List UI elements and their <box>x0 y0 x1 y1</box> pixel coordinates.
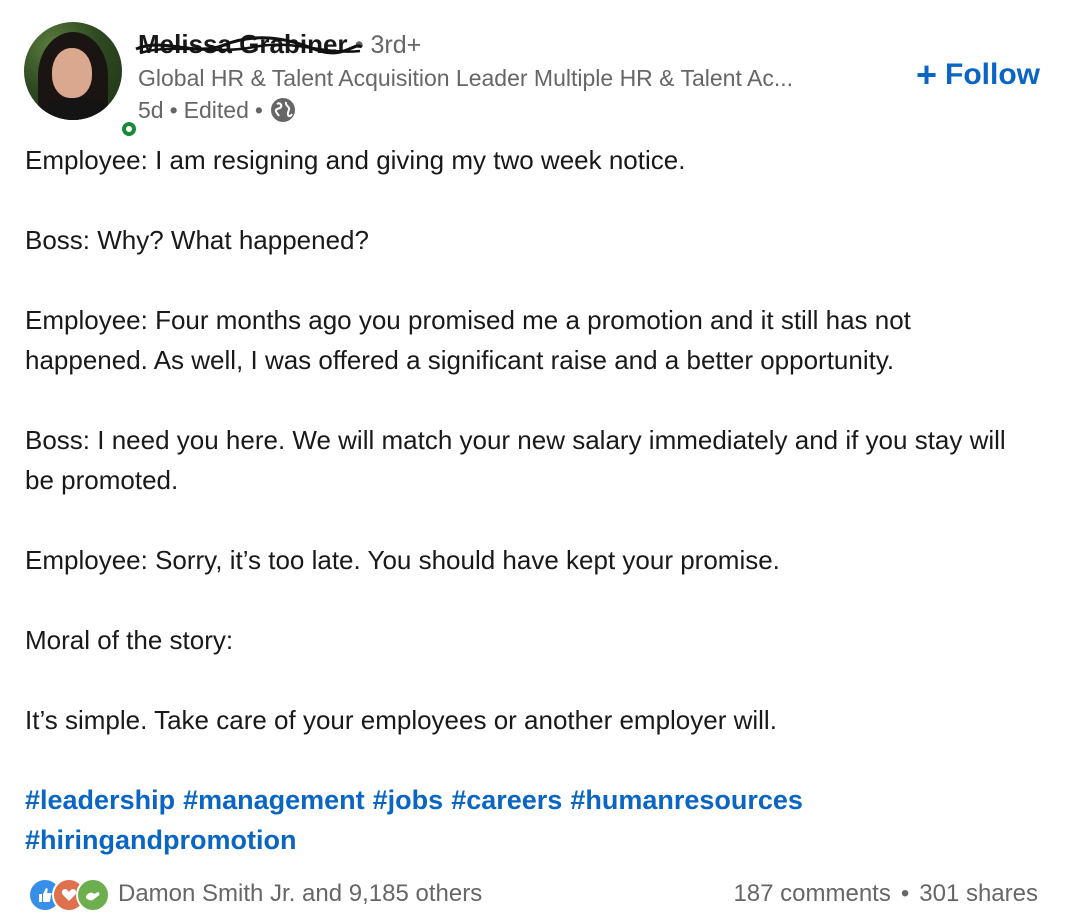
reaction-icons[interactable] <box>28 878 112 912</box>
support-icon <box>76 878 110 912</box>
author-avatar[interactable] <box>24 22 140 140</box>
author-name-line: Melissa Grabiner • 3rd+ <box>135 28 422 61</box>
follow-label: Follow <box>945 58 1040 91</box>
post-meta: 5d • Edited • <box>138 95 297 125</box>
hashtag-link[interactable]: #leadership <box>25 785 175 815</box>
meta-separator: • <box>169 97 178 123</box>
post-paragraph: Employee: Sorry, it’s too late. You shou… <box>25 545 780 575</box>
reactions-summary[interactable]: Damon Smith Jr. and 9,185 others <box>118 880 482 908</box>
author-name[interactable]: Melissa Grabiner <box>135 29 363 59</box>
edited-label: Edited <box>183 97 249 123</box>
post-body: Employee: I am resigning and giving my t… <box>25 140 1035 780</box>
stats-separator: • <box>900 880 910 907</box>
hashtag-list: #leadership #management #jobs #careers #huma… <box>25 780 1035 860</box>
author-headline: Global HR & Talent Acquisition Leader Mu… <box>138 65 793 91</box>
social-counts: Damon Smith Jr. and 9,185 others 187 com… <box>28 878 1038 914</box>
avatar-photo <box>24 22 122 120</box>
post-paragraph: Employee: I am resigning and giving my t… <box>25 145 686 175</box>
meta-separator: • <box>254 97 263 123</box>
hashtag-link[interactable]: #careers <box>451 785 562 815</box>
hashtag-link[interactable]: #jobs <box>373 785 444 815</box>
comments-count[interactable]: 187 comments <box>733 880 890 908</box>
hashtag-link[interactable]: #hiringandpromotion <box>25 825 296 855</box>
post-paragraph: It’s simple. Take care of your employees… <box>25 705 777 735</box>
shares-count[interactable]: 301 shares <box>919 880 1038 908</box>
plus-icon: + <box>915 54 938 95</box>
post-paragraph: Boss: Why? What happened? <box>25 225 369 255</box>
hashtag-link[interactable]: #humanresources <box>570 785 803 815</box>
post-paragraph: Moral of the story: <box>25 625 234 655</box>
engagement-stats: 187 comments • 301 shares <box>733 880 1038 908</box>
connection-degree: • 3rd+ <box>354 31 422 59</box>
post-paragraph: Employee: Four months ago you promised m… <box>25 305 911 375</box>
globe-icon <box>270 98 295 122</box>
post-paragraph: Boss: I need you here. We will match you… <box>25 425 1006 495</box>
hashtag-link[interactable]: #management <box>183 785 365 815</box>
online-status-icon <box>118 118 140 140</box>
post-time: 5d <box>138 97 164 123</box>
follow-button[interactable]: + Follow <box>915 54 1040 95</box>
